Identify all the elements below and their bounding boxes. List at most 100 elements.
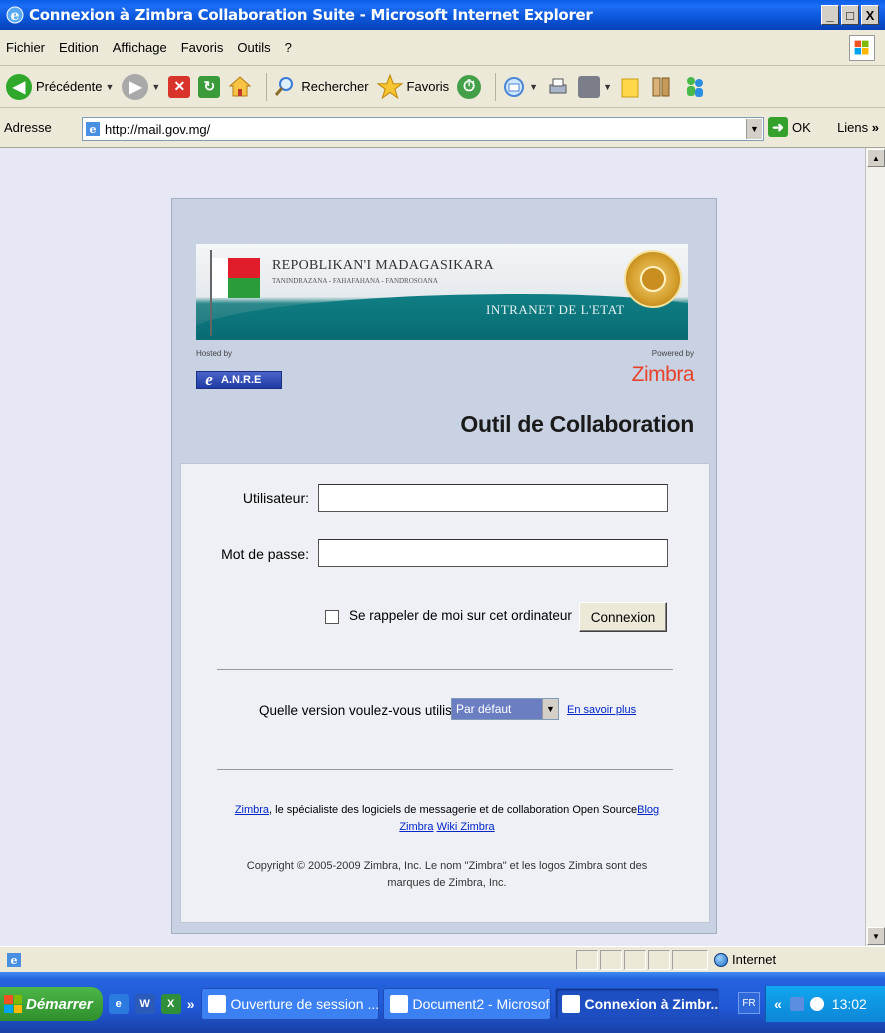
toolbar-separator xyxy=(266,72,268,101)
menu-outils[interactable]: Outils xyxy=(237,40,270,55)
remember-me-label[interactable]: Se rappeler de moi sur cet ordinateur xyxy=(349,608,572,623)
status-cell xyxy=(576,950,598,970)
language-indicator[interactable]: FR xyxy=(738,992,760,1014)
page-heading: Outil de Collaboration xyxy=(460,411,694,437)
menu-fichier[interactable]: Fichier xyxy=(6,40,45,55)
task-document[interactable]: Document2 - Microsof... xyxy=(382,988,551,1020)
learn-more-link[interactable]: En savoir plus xyxy=(567,704,636,716)
wiki-zimbra-link[interactable]: Wiki Zimbra xyxy=(437,821,495,833)
mail-dropdown-icon[interactable]: ▼ xyxy=(529,82,538,92)
government-banner: REPOBLIKAN'I MADAGASIKARA TANINDRAZANA -… xyxy=(196,244,688,340)
history-icon: ⏱ xyxy=(457,74,482,99)
print-button[interactable] xyxy=(546,75,570,99)
anre-label: A.N.R.E xyxy=(221,374,262,386)
zimbra-link[interactable]: Zimbra xyxy=(235,804,269,816)
state-seal-icon xyxy=(624,250,682,308)
hosted-by-label: Hosted by xyxy=(196,349,233,358)
messenger-button[interactable] xyxy=(682,74,708,100)
edit-dropdown-icon[interactable]: ▼ xyxy=(603,82,612,92)
task-session[interactable]: Ouverture de session ... xyxy=(200,988,379,1020)
security-zone[interactable]: Internet xyxy=(714,952,776,967)
quicklaunch-word-icon[interactable]: W xyxy=(134,994,155,1014)
history-button[interactable]: ⏱ xyxy=(457,74,482,99)
task-zimbra-label: Connexion à Zimbr... xyxy=(584,996,719,1012)
republic-motto: TANINDRAZANA - FAHAFAHANA - FANDROSOANA xyxy=(272,277,438,285)
tray-app-icon[interactable] xyxy=(809,997,824,1011)
chevron-down-icon[interactable]: ▼ xyxy=(542,699,558,719)
network-icon[interactable] xyxy=(789,997,804,1011)
zimbra-logo[interactable]: Zimbra xyxy=(632,363,695,387)
minimize-button[interactable]: _ xyxy=(821,5,839,25)
menu-favoris[interactable]: Favoris xyxy=(181,40,224,55)
svg-text:e: e xyxy=(90,123,97,136)
forward-button[interactable]: ▶ ▼ xyxy=(122,73,160,100)
maximize-button[interactable]: □ xyxy=(841,5,859,25)
address-dropdown-icon[interactable]: ▼ xyxy=(746,119,762,139)
windows-taskbar: Démarrer e W X » Ouverture de session ..… xyxy=(0,972,885,1033)
go-label: OK xyxy=(792,119,811,135)
favorites-button[interactable]: Favoris xyxy=(376,73,449,100)
scroll-down-icon[interactable]: ▼ xyxy=(867,927,885,945)
intranet-title: INTRANET DE L'ETAT xyxy=(486,302,625,317)
version-select[interactable]: Par défaut ▼ xyxy=(451,698,559,720)
window-title: Connexion à Zimbra Collaboration Suite -… xyxy=(29,6,593,24)
quicklaunch-more-icon[interactable]: » xyxy=(187,996,195,1012)
window-title-bar[interactable]: e Connexion à Zimbra Collaboration Suite… xyxy=(0,0,885,30)
login-form: Utilisateur: Mot de passe: Se rappeler d… xyxy=(180,463,710,923)
close-button[interactable]: X xyxy=(861,5,879,25)
go-button[interactable]: ➜ OK xyxy=(768,117,811,137)
menu-affichage[interactable]: Affichage xyxy=(113,40,167,55)
links-button[interactable]: Liens » xyxy=(837,120,879,135)
vertical-scrollbar[interactable]: ▲ ▼ xyxy=(865,148,885,946)
remember-me-checkbox[interactable] xyxy=(325,610,339,624)
print-icon xyxy=(549,78,567,93)
clock[interactable]: 13:02 xyxy=(832,996,867,1012)
discuss-button[interactable] xyxy=(620,75,642,99)
standard-toolbar: ◀ Précédente ▼ ▶ ▼ ✕ ↻ Rechercher Favori… xyxy=(0,66,885,108)
ie-icon: e xyxy=(6,6,24,24)
search-label: Rechercher xyxy=(301,79,369,94)
research-button[interactable] xyxy=(650,75,674,99)
task-document-label: Document2 - Microsof... xyxy=(412,996,551,1012)
forward-dropdown-icon[interactable]: ▼ xyxy=(151,82,160,92)
back-arrow-icon: ◀ xyxy=(6,73,32,100)
task-zimbra[interactable]: Connexion à Zimbr... xyxy=(554,988,719,1020)
quicklaunch-excel-icon[interactable]: X xyxy=(160,994,181,1014)
home-icon xyxy=(229,75,252,96)
status-cell xyxy=(600,950,622,970)
menu-help[interactable]: ? xyxy=(285,40,292,55)
mail-button[interactable]: ▼ xyxy=(502,75,538,99)
system-tray: « 13:02 xyxy=(765,986,885,1022)
status-bar: e Internet xyxy=(0,946,885,972)
refresh-button[interactable]: ↻ xyxy=(198,75,221,98)
anre-logo[interactable]: e A.N.R.E xyxy=(196,370,282,389)
back-dropdown-icon[interactable]: ▼ xyxy=(106,82,115,92)
back-button[interactable]: ◀ Précédente ▼ xyxy=(6,73,115,100)
login-button[interactable]: Connexion xyxy=(579,602,667,632)
edit-button[interactable]: ▼ xyxy=(578,75,612,98)
stop-icon: ✕ xyxy=(168,75,191,98)
quicklaunch-ie-icon[interactable]: e xyxy=(108,994,129,1014)
page-viewport: REPOBLIKAN'I MADAGASIKARA TANINDRAZANA -… xyxy=(0,148,865,946)
menu-edition[interactable]: Edition xyxy=(59,40,99,55)
ie-task-icon xyxy=(207,995,226,1013)
search-button[interactable]: Rechercher xyxy=(273,75,369,99)
go-arrow-icon: ➜ xyxy=(768,117,788,137)
back-label: Précédente xyxy=(36,79,103,94)
globe-icon xyxy=(714,952,728,967)
password-input[interactable] xyxy=(318,539,668,567)
scroll-up-icon[interactable]: ▲ xyxy=(867,149,885,167)
svg-text:e: e xyxy=(11,8,20,24)
folder-icon xyxy=(621,78,639,97)
password-label: Mot de passe: xyxy=(221,546,309,562)
tagline-text: , le spécialiste des logiciels de messag… xyxy=(269,804,638,816)
address-input[interactable]: e http://mail.gov.mg/ ▼ xyxy=(82,117,764,141)
address-label: Adresse xyxy=(4,120,52,135)
republic-title: REPOBLIKAN'I MADAGASIKARA xyxy=(272,258,494,273)
username-input[interactable] xyxy=(318,484,668,512)
tray-expand-icon[interactable]: « xyxy=(774,996,782,1012)
status-cell xyxy=(624,950,646,970)
start-button[interactable]: Démarrer xyxy=(0,987,103,1021)
stop-button[interactable]: ✕ xyxy=(168,75,191,98)
home-button[interactable] xyxy=(228,75,252,99)
